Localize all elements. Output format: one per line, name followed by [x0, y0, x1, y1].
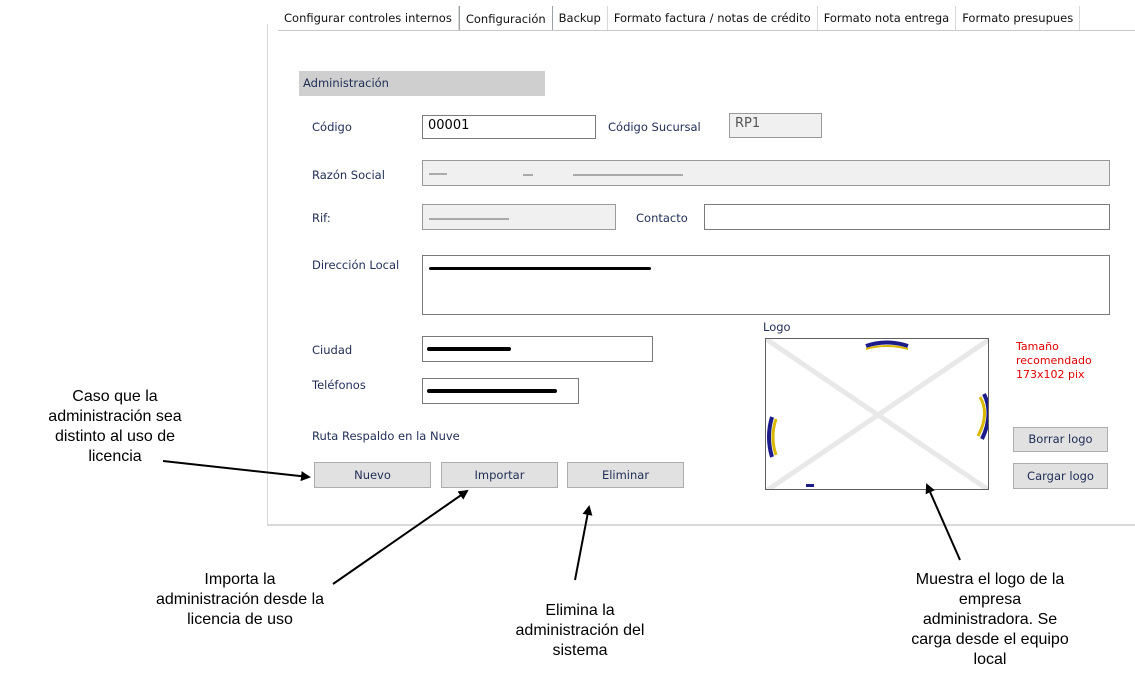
arrow-eliminar [574, 505, 593, 581]
annotation-arrows [162, 460, 961, 585]
arrow-nuevo [162, 460, 311, 482]
arrow-logo [925, 483, 961, 561]
arrow-importar [332, 489, 469, 585]
